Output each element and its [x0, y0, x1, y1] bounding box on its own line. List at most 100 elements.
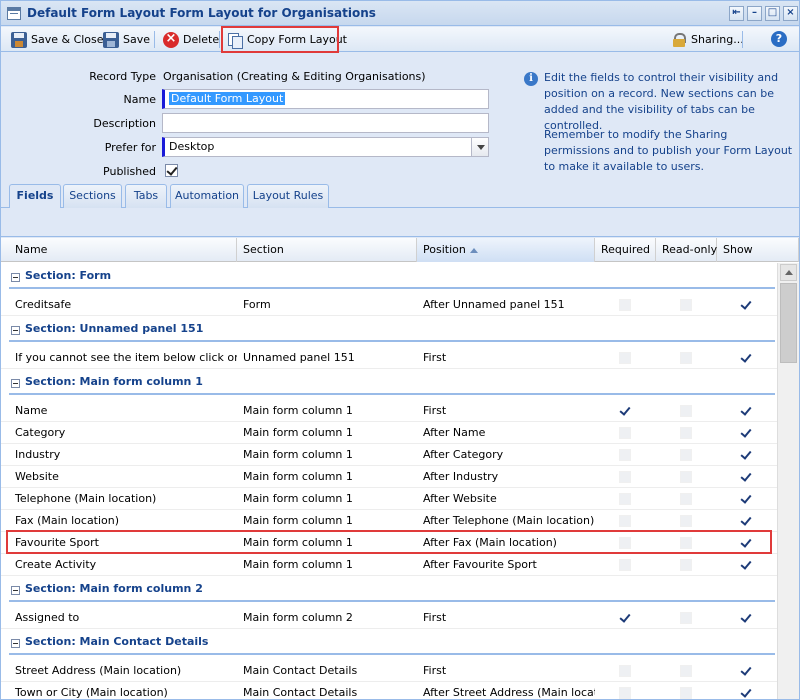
name-field[interactable]: Default Form Layout: [162, 89, 489, 109]
column-header-section[interactable]: Section: [237, 238, 417, 262]
show-checkbox[interactable]: [740, 299, 752, 311]
table-row[interactable]: If you cannot see the item below click o…: [1, 347, 777, 369]
required-checkbox[interactable]: [619, 665, 631, 677]
table-row[interactable]: Creditsafe Form After Unnamed panel 151: [1, 294, 777, 316]
required-checkbox[interactable]: [619, 687, 631, 699]
toolbar-separator: [219, 31, 220, 48]
show-checkbox[interactable]: [740, 612, 752, 624]
required-checkbox[interactable]: [619, 515, 631, 527]
description-field[interactable]: [162, 113, 489, 133]
required-checkbox[interactable]: [619, 612, 631, 624]
readonly-checkbox[interactable]: [680, 687, 692, 699]
column-header-required[interactable]: Required: [595, 238, 656, 262]
table-row[interactable]: Website Main form column 1 After Industry: [1, 466, 777, 488]
save-close-icon: [11, 31, 27, 48]
cell-position: After Industry: [423, 470, 499, 483]
collapse-icon[interactable]: [11, 379, 20, 388]
cell-section: Main form column 1: [243, 404, 353, 417]
group-header-row[interactable]: Section: Main Contact Details: [1, 629, 777, 660]
cell-position: First: [423, 404, 447, 417]
readonly-checkbox[interactable]: [680, 559, 692, 571]
readonly-checkbox[interactable]: [680, 405, 692, 417]
grid-body: Section: Form Creditsafe Form After Unnamed…: [1, 263, 777, 699]
column-header-position[interactable]: Position: [417, 238, 595, 262]
readonly-checkbox[interactable]: [680, 427, 692, 439]
save-button[interactable]: Save: [99, 29, 154, 50]
lock-icon: [671, 32, 687, 48]
table-row[interactable]: Telephone (Main location) Main form colum…: [1, 488, 777, 510]
cell-name: Street Address (Main location): [15, 664, 182, 677]
readonly-checkbox[interactable]: [680, 493, 692, 505]
readonly-checkbox[interactable]: [680, 515, 692, 527]
column-header-show[interactable]: Show: [717, 238, 799, 262]
required-checkbox[interactable]: [619, 471, 631, 483]
show-checkbox[interactable]: [740, 449, 752, 461]
group-header-row[interactable]: Section: Unnamed panel 151: [1, 316, 777, 347]
collapse-icon[interactable]: [11, 326, 20, 335]
sharing-button[interactable]: Sharing...: [667, 29, 748, 50]
show-checkbox[interactable]: [740, 687, 752, 699]
show-checkbox[interactable]: [740, 405, 752, 417]
scroll-thumb[interactable]: [780, 283, 797, 363]
table-row[interactable]: Town or City (Main location) Main Contact…: [1, 682, 777, 699]
collapse-icon[interactable]: [11, 639, 20, 648]
readonly-checkbox[interactable]: [680, 299, 692, 311]
cell-position: First: [423, 611, 447, 624]
cell-section: Main form column 1: [243, 558, 353, 571]
cell-name: Create Activity: [15, 558, 97, 571]
chevron-down-icon[interactable]: [471, 137, 489, 157]
required-checkbox[interactable]: [619, 493, 631, 505]
group-header-row[interactable]: Section: Main form column 2: [1, 576, 777, 607]
show-checkbox[interactable]: [740, 427, 752, 439]
table-row[interactable]: Assigned to Main form column 2 First: [1, 607, 777, 629]
readonly-checkbox[interactable]: [680, 471, 692, 483]
table-row[interactable]: Industry Main form column 1 After Category: [1, 444, 777, 466]
readonly-checkbox[interactable]: [680, 665, 692, 677]
tab-layout-rules[interactable]: Layout Rules: [247, 184, 329, 208]
required-checkbox[interactable]: [619, 405, 631, 417]
info-paragraph-2: Remember to modify the Sharing permissio…: [544, 128, 793, 173]
tab-sections[interactable]: Sections: [63, 184, 122, 208]
table-row[interactable]: Street Address (Main location) Main Conta…: [1, 660, 777, 682]
collapse-icon[interactable]: [11, 586, 20, 595]
show-checkbox[interactable]: [740, 559, 752, 571]
table-row[interactable]: Create Activity Main form column 1 After F…: [1, 554, 777, 576]
delete-button[interactable]: Delete: [159, 29, 223, 50]
prefer-for-select[interactable]: Desktop: [162, 137, 472, 157]
restore-icon[interactable]: ⇤: [729, 6, 744, 21]
scroll-up-icon[interactable]: [780, 264, 797, 281]
minimize-icon[interactable]: –: [747, 6, 762, 21]
close-icon[interactable]: ×: [783, 6, 798, 21]
required-checkbox[interactable]: [619, 352, 631, 364]
required-checkbox[interactable]: [619, 449, 631, 461]
table-row[interactable]: Category Main form column 1 After Name: [1, 422, 777, 444]
required-checkbox[interactable]: [619, 559, 631, 571]
group-header-row[interactable]: Section: Main form column 1: [1, 369, 777, 400]
table-row[interactable]: Fax (Main location) Main form column 1 Aft…: [1, 510, 777, 532]
vertical-scrollbar[interactable]: [777, 263, 799, 699]
tab-automation[interactable]: Automation: [170, 184, 244, 208]
collapse-icon[interactable]: [11, 273, 20, 282]
group-header-label: Section: Main Contact Details: [25, 635, 209, 648]
column-header-readonly[interactable]: Read-only: [656, 238, 717, 262]
column-header-name[interactable]: Name: [9, 238, 237, 262]
required-checkbox[interactable]: [619, 299, 631, 311]
help-icon[interactable]: ?: [771, 31, 787, 47]
group-header-row[interactable]: Section: Form: [1, 263, 777, 294]
maximize-icon[interactable]: □: [765, 6, 780, 21]
readonly-checkbox[interactable]: [680, 449, 692, 461]
readonly-checkbox[interactable]: [680, 612, 692, 624]
readonly-checkbox[interactable]: [680, 352, 692, 364]
required-checkbox[interactable]: [619, 427, 631, 439]
save-close-button[interactable]: Save & Close: [7, 29, 108, 50]
tab-fields[interactable]: Fields: [9, 184, 61, 209]
show-checkbox[interactable]: [740, 352, 752, 364]
published-checkbox[interactable]: [165, 164, 178, 177]
show-checkbox[interactable]: [740, 515, 752, 527]
title-bar[interactable]: Default Form Layout Form Layout for Orga…: [1, 1, 799, 26]
show-checkbox[interactable]: [740, 471, 752, 483]
tab-tabs[interactable]: Tabs: [125, 184, 167, 208]
show-checkbox[interactable]: [740, 493, 752, 505]
table-row[interactable]: Name Main form column 1 First: [1, 400, 777, 422]
show-checkbox[interactable]: [740, 665, 752, 677]
